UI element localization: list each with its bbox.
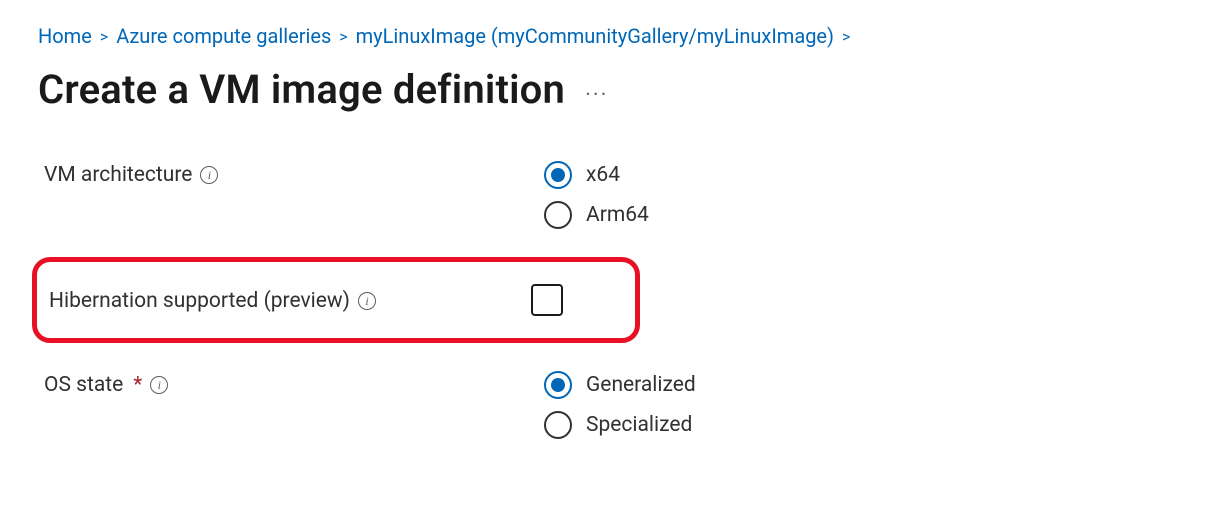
- radio-generalized[interactable]: Generalized: [544, 371, 696, 399]
- os-state-row: OS state * i Generalized Specialized: [44, 371, 1178, 439]
- breadcrumb-home[interactable]: Home: [38, 24, 92, 48]
- breadcrumb-galleries[interactable]: Azure compute galleries: [116, 24, 331, 48]
- radio-arm64-label: Arm64: [586, 203, 649, 227]
- required-asterisk: *: [133, 373, 142, 397]
- hibernation-label: Hibernation supported (preview) i: [49, 287, 525, 313]
- os-state-label-text: OS state: [44, 373, 123, 397]
- os-state-label: OS state * i: [44, 371, 544, 397]
- breadcrumb-image[interactable]: myLinuxImage (myCommunityGallery/myLinux…: [356, 24, 834, 48]
- page-title: Create a VM image definition: [38, 66, 565, 113]
- form-area: VM architecture i x64 Arm64 Hibernation …: [38, 161, 1178, 439]
- breadcrumb: Home > Azure compute galleries > myLinux…: [38, 24, 1178, 48]
- info-icon[interactable]: i: [150, 376, 168, 394]
- info-icon[interactable]: i: [358, 292, 376, 310]
- radio-icon: [544, 201, 572, 229]
- vm-architecture-options: x64 Arm64: [544, 161, 649, 229]
- chevron-right-icon: >: [339, 27, 347, 46]
- hibernation-input: [525, 284, 563, 316]
- vm-architecture-label-text: VM architecture: [44, 163, 192, 187]
- vm-architecture-label: VM architecture i: [44, 161, 544, 187]
- vm-architecture-row: VM architecture i x64 Arm64: [44, 161, 1178, 229]
- radio-icon: [544, 411, 572, 439]
- page-title-row: Create a VM image definition ···: [38, 66, 1178, 113]
- radio-icon-selected: [544, 161, 572, 189]
- radio-arm64[interactable]: Arm64: [544, 201, 649, 229]
- radio-generalized-label: Generalized: [586, 373, 696, 397]
- radio-x64-label: x64: [586, 163, 620, 187]
- hibernation-row-highlight: Hibernation supported (preview) i: [32, 257, 640, 343]
- radio-x64[interactable]: x64: [544, 161, 649, 189]
- info-icon[interactable]: i: [200, 166, 218, 184]
- hibernation-label-text: Hibernation supported (preview): [49, 289, 350, 313]
- radio-specialized[interactable]: Specialized: [544, 411, 696, 439]
- radio-specialized-label: Specialized: [586, 413, 692, 437]
- hibernation-checkbox[interactable]: [531, 284, 563, 316]
- more-menu-icon[interactable]: ···: [585, 73, 608, 107]
- radio-icon-selected: [544, 371, 572, 399]
- chevron-right-icon: >: [842, 27, 850, 46]
- chevron-right-icon: >: [100, 27, 108, 46]
- os-state-options: Generalized Specialized: [544, 371, 696, 439]
